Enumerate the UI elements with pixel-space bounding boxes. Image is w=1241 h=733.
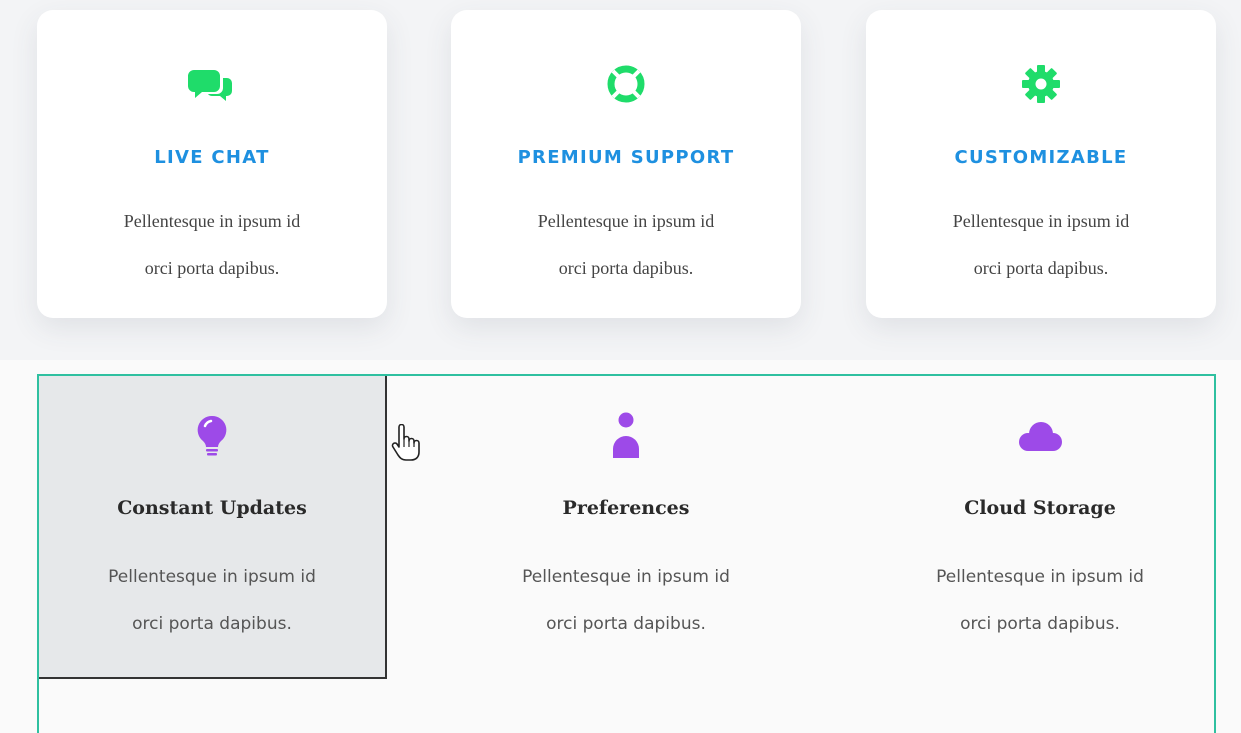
card-description-line: orci porta dapibus. (144, 258, 280, 278)
card-description: Pellentesque in ipsum id orci porta dapi… (866, 198, 1216, 292)
cloud-icon (866, 410, 1214, 466)
feature-constant-updates[interactable]: Constant Updates Pellentesque in ipsum i… (39, 376, 387, 679)
feature-description: Pellentesque in ipsum id orci porta dapi… (452, 554, 800, 648)
card-description-line: Pellentesque in ipsum id (952, 211, 1130, 231)
card-description-line: Pellentesque in ipsum id (123, 211, 301, 231)
card-premium-support[interactable]: PREMIUM SUPPORT Pellentesque in ipsum id… (451, 10, 801, 318)
card-description-line: Pellentesque in ipsum id (537, 211, 715, 231)
user-icon (452, 410, 800, 466)
feature-description-line: Pellentesque in ipsum id (936, 567, 1144, 587)
card-description-line: orci porta dapibus. (973, 258, 1109, 278)
hand-pointer-icon (390, 423, 422, 462)
feature-cloud-storage[interactable]: Cloud Storage Pellentesque in ipsum id o… (866, 376, 1214, 679)
card-title: PREMIUM SUPPORT (517, 147, 735, 168)
card-title: LIVE CHAT (154, 147, 270, 168)
lightbulb-icon (39, 410, 385, 466)
feature-description: Pellentesque in ipsum id orci porta dapi… (866, 554, 1214, 648)
card-title: CUSTOMIZABLE (954, 147, 1128, 168)
card-description: Pellentesque in ipsum id orci porta dapi… (451, 198, 801, 292)
feature-title: Preferences (562, 497, 690, 519)
card-description: Pellentesque in ipsum id orci porta dapi… (37, 198, 387, 292)
feature-description: Pellentesque in ipsum id orci porta dapi… (39, 554, 385, 648)
card-live-chat[interactable]: LIVE CHAT Pellentesque in ipsum id orci … (37, 10, 387, 318)
feature-description-line: Pellentesque in ipsum id (108, 567, 316, 587)
feature-description-line: orci porta dapibus. (546, 614, 706, 634)
feature-description-line: orci porta dapibus. (960, 614, 1120, 634)
gear-icon (866, 62, 1216, 106)
feature-preferences[interactable]: Preferences Pellentesque in ipsum id orc… (452, 376, 800, 679)
feature-title: Constant Updates (117, 497, 307, 519)
feature-description-line: orci porta dapibus. (132, 614, 292, 634)
card-section: LIVE CHAT Pellentesque in ipsum id orci … (0, 0, 1241, 360)
chat-bubbles-icon (37, 62, 387, 106)
lifebuoy-icon (451, 62, 801, 106)
feature-description-line: Pellentesque in ipsum id (522, 567, 730, 587)
feature-title: Cloud Storage (964, 497, 1116, 519)
card-description-line: orci porta dapibus. (558, 258, 694, 278)
card-customizable[interactable]: CUSTOMIZABLE Pellentesque in ipsum id or… (866, 10, 1216, 318)
